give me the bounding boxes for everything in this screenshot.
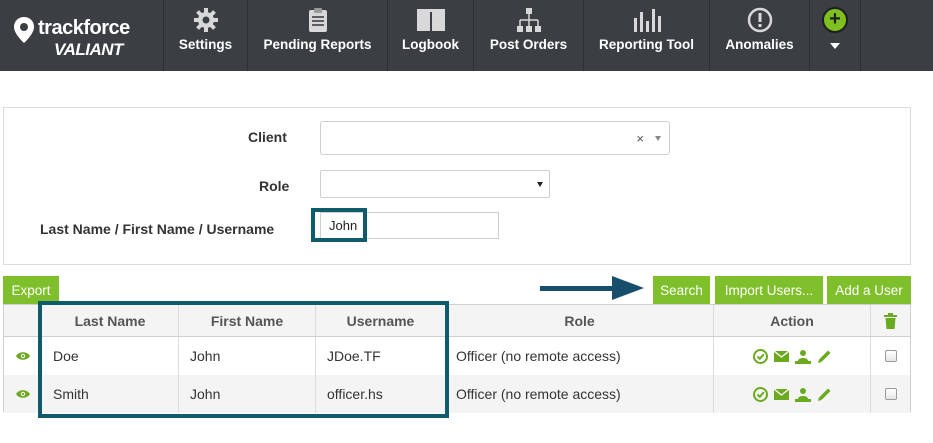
brand-name-line2: VALIANT	[54, 40, 123, 59]
row-select-checkbox[interactable]	[884, 388, 897, 400]
header-delete-col[interactable]	[871, 305, 910, 336]
clipboard-icon	[303, 5, 333, 35]
eye-icon[interactable]	[15, 351, 30, 361]
import-users-button[interactable]: Import Users...	[715, 276, 823, 304]
nav-reporting-tool-label: Reporting Tool	[599, 37, 694, 52]
eye-icon[interactable]	[15, 389, 30, 399]
envelope-icon[interactable]	[773, 350, 789, 362]
client-select[interactable]: ×	[320, 121, 670, 155]
user-desk-icon[interactable]	[794, 387, 811, 402]
arrow-right-icon	[612, 276, 644, 300]
role-cell: Officer (no remote access)	[446, 375, 714, 413]
nav-add-menu[interactable]: +	[809, 0, 861, 71]
table-highlight-annotation	[38, 301, 449, 418]
nav-pending-reports-label: Pending Reports	[263, 37, 372, 52]
select-cell	[871, 337, 910, 375]
annotation-arrow	[540, 286, 620, 291]
filter-panel: Client × Role Last Name / First Name / U…	[3, 107, 911, 265]
action-cell	[714, 337, 871, 375]
nav-logbook-label: Logbook	[402, 37, 459, 52]
role-label: Role	[259, 178, 290, 194]
chevron-down-icon	[655, 136, 661, 141]
role-select[interactable]	[320, 170, 550, 198]
nav-post-orders[interactable]: Post Orders	[473, 0, 583, 71]
header-eye-col	[4, 305, 42, 336]
user-desk-icon[interactable]	[794, 349, 811, 364]
check-circle-icon[interactable]	[752, 386, 768, 402]
nav-post-orders-label: Post Orders	[489, 37, 568, 52]
select-cell	[871, 375, 910, 413]
check-circle-icon[interactable]	[752, 348, 768, 364]
nav-reporting-tool[interactable]: Reporting Tool	[583, 0, 709, 71]
name-search-label: Last Name / First Name / Username	[40, 221, 275, 237]
org-chart-icon	[514, 5, 544, 35]
pencil-icon[interactable]	[817, 387, 832, 402]
header-role[interactable]: Role	[446, 305, 714, 336]
client-label: Client	[248, 129, 287, 145]
chevron-down-icon	[537, 182, 543, 187]
pencil-icon[interactable]	[817, 349, 832, 364]
view-cell	[4, 375, 42, 413]
view-cell	[4, 337, 42, 375]
header-action: Action	[714, 305, 871, 336]
input-highlight-annotation	[311, 208, 367, 242]
role-cell: Officer (no remote access)	[446, 337, 714, 375]
plus-icon: +	[822, 7, 848, 33]
clear-icon[interactable]: ×	[636, 131, 644, 146]
search-button[interactable]: Search	[653, 276, 710, 304]
gear-icon	[191, 5, 221, 35]
book-icon	[416, 5, 446, 35]
nav-settings-label: Settings	[178, 37, 233, 52]
envelope-icon[interactable]	[773, 388, 789, 400]
export-button[interactable]: Export	[3, 276, 59, 304]
nav-logbook[interactable]: Logbook	[387, 0, 473, 71]
brand-logo[interactable]: trackforce VALIANT	[0, 0, 163, 71]
row-select-checkbox[interactable]	[884, 350, 897, 362]
add-user-button[interactable]: Add a User	[827, 276, 911, 304]
action-cell	[714, 375, 871, 413]
location-pin-icon	[14, 17, 34, 43]
brand-name-line1: trackforce	[38, 17, 130, 39]
trash-icon[interactable]	[884, 312, 897, 329]
bar-chart-icon	[632, 5, 662, 35]
chevron-down-icon	[830, 43, 840, 49]
nav-pending-reports[interactable]: Pending Reports	[247, 0, 387, 71]
nav-anomalies[interactable]: Anomalies	[709, 0, 809, 71]
nav-anomalies-label: Anomalies	[725, 37, 794, 52]
nav-settings[interactable]: Settings	[163, 0, 247, 71]
alert-circle-icon	[745, 5, 775, 35]
top-nav: trackforce VALIANT Settings Pending Repo…	[0, 0, 933, 71]
